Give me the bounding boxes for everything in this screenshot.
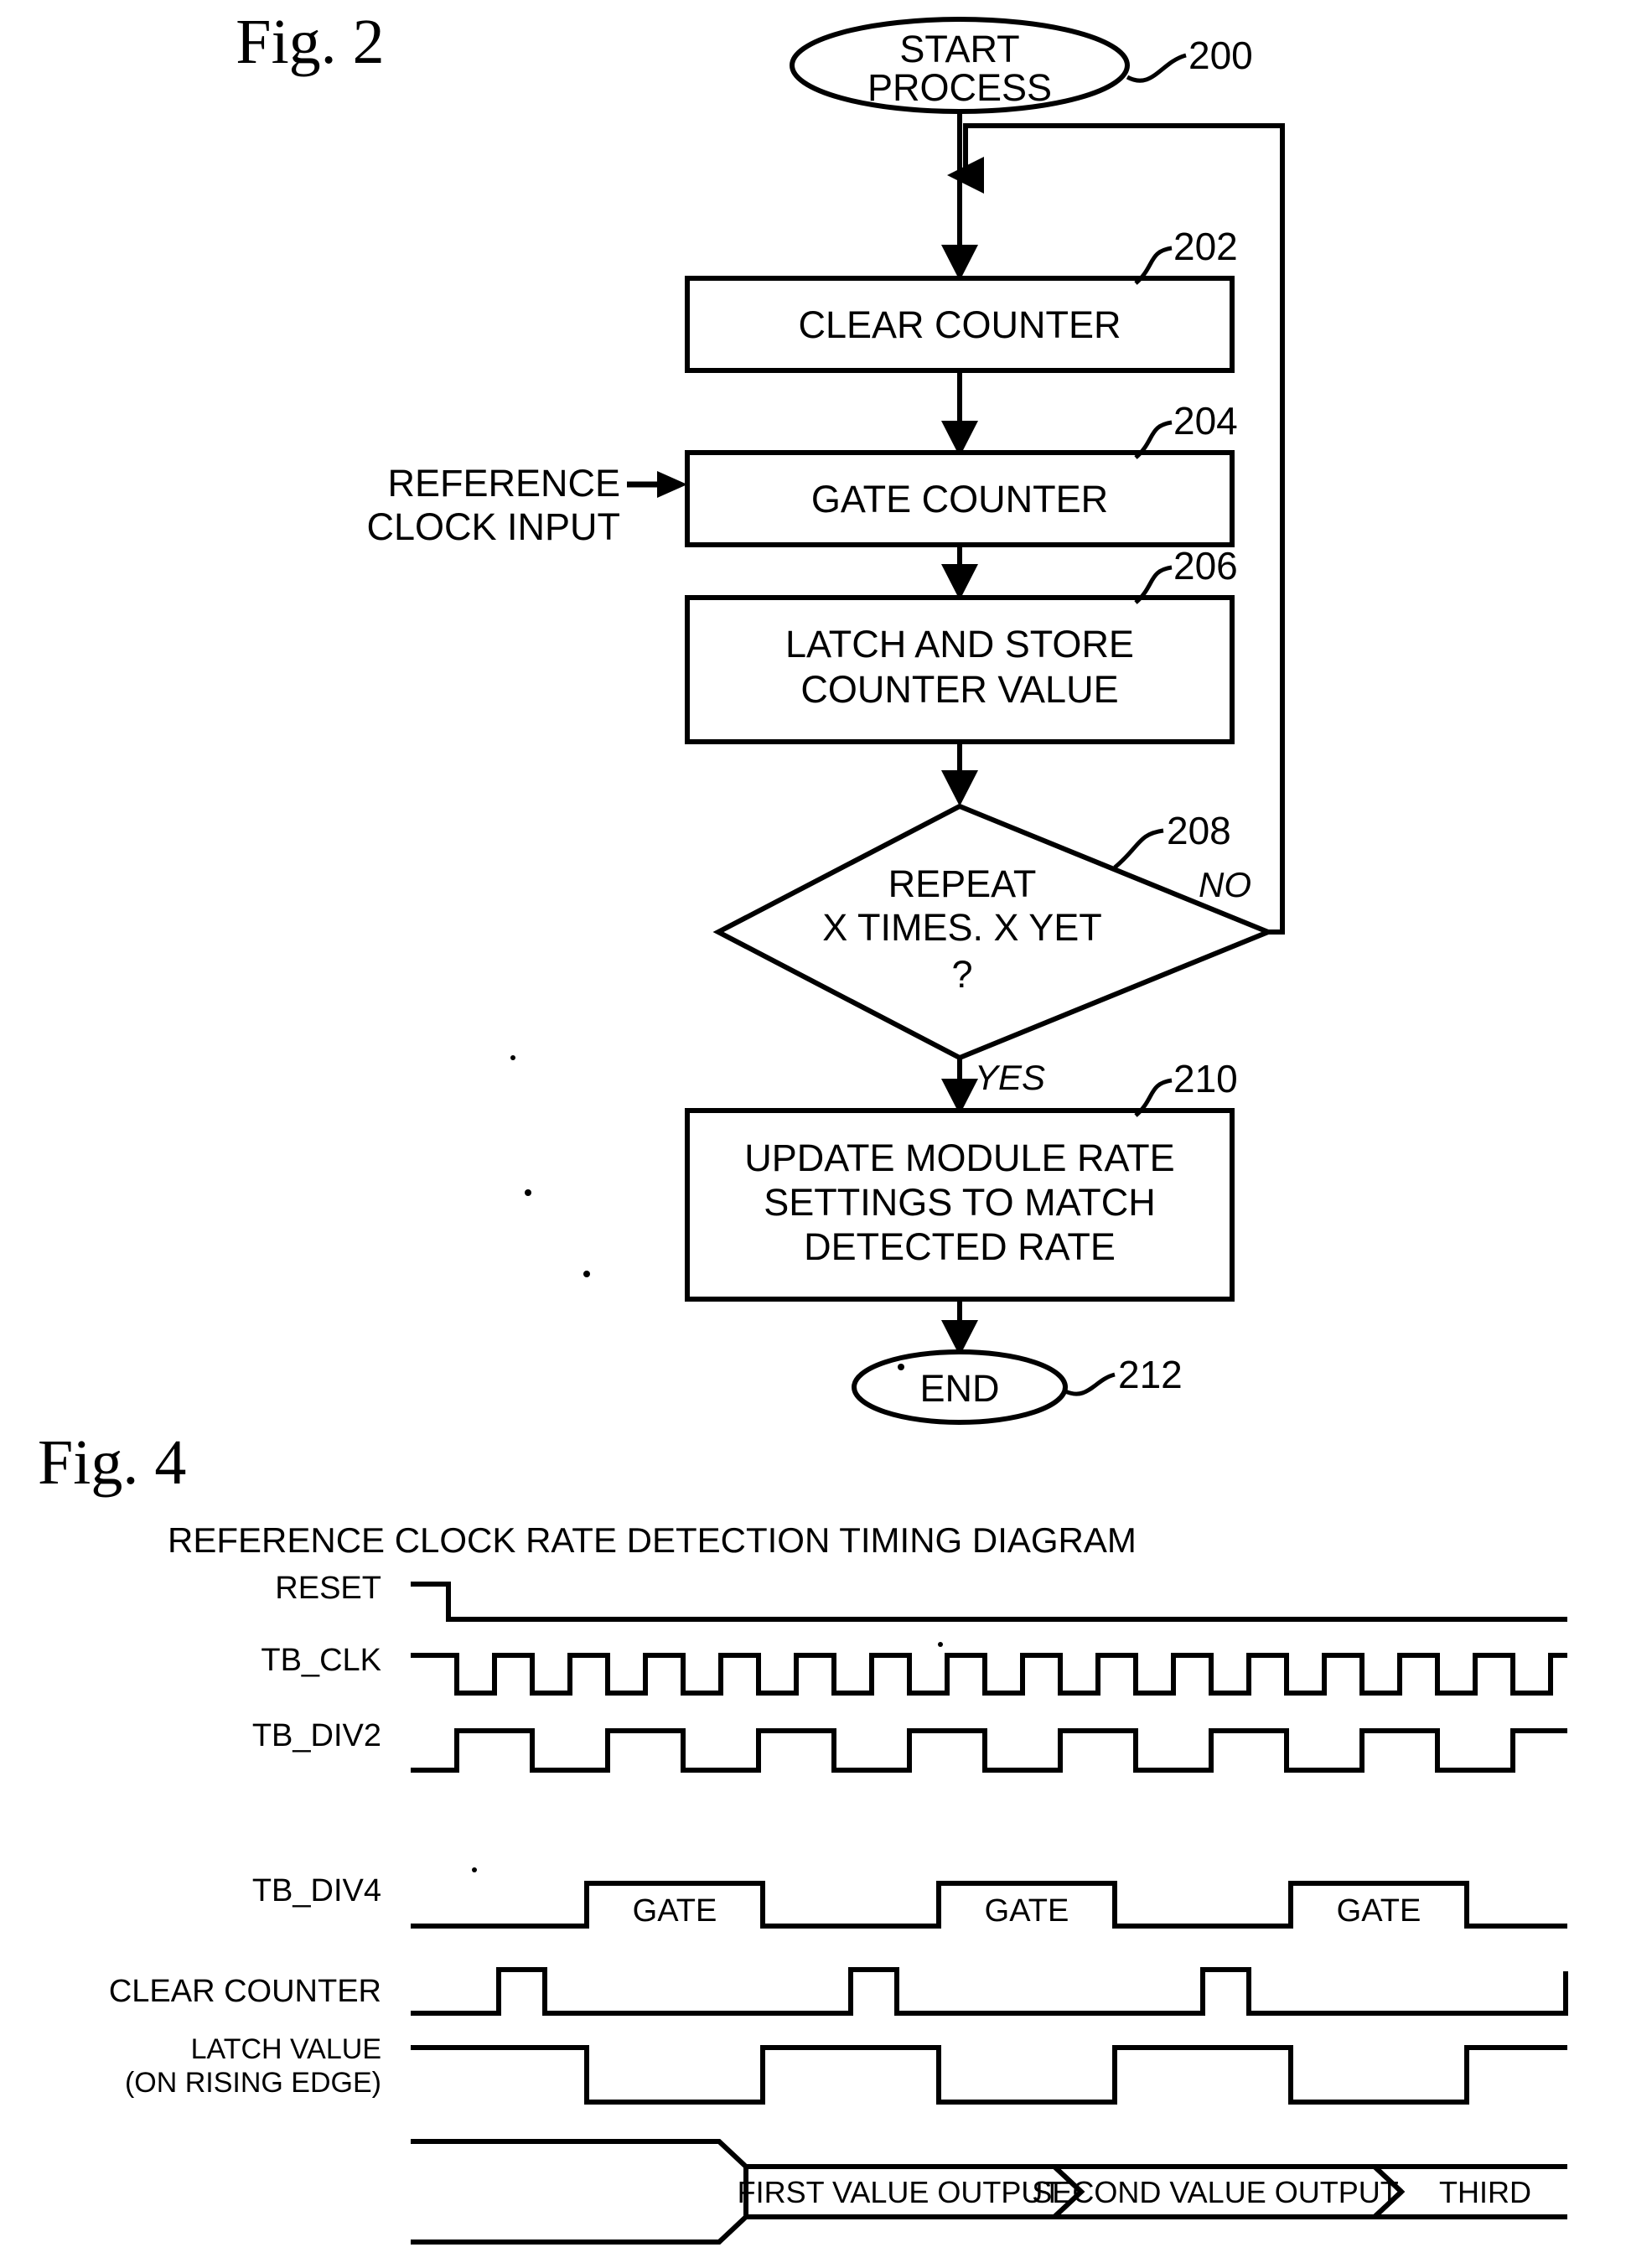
scan-speck	[510, 1055, 515, 1060]
node-start-process-line1: START	[899, 28, 1019, 70]
node-repeat-decision-line2: X TIMES. X YET	[822, 906, 1101, 949]
figure-2-label: Fig. 2	[236, 7, 384, 77]
branch-label-yes: YES	[975, 1058, 1045, 1097]
refnum-200: 200	[1188, 34, 1253, 77]
signal-label-latch-value-sub: (ON RISING EDGE)	[125, 2067, 381, 2099]
scan-speck	[472, 1867, 477, 1872]
node-update-line2: SETTINGS TO MATCH	[764, 1181, 1156, 1224]
node-clear-counter-label: CLEAR COUNTER	[798, 303, 1121, 346]
gate-annotation-1: GATE	[633, 1893, 717, 1929]
branch-label-no: NO	[1199, 865, 1251, 904]
refnum-212: 212	[1118, 1353, 1183, 1396]
refnum-202: 202	[1173, 225, 1238, 268]
node-latch-and-store-line2: COUNTER VALUE	[800, 668, 1118, 711]
node-start-process-line2: PROCESS	[867, 66, 1052, 109]
node-gate-counter-label: GATE COUNTER	[811, 478, 1108, 520]
external-input-line2: CLOCK INPUT	[366, 505, 620, 548]
figure-4-label: Fig. 4	[38, 1427, 186, 1498]
drawing-canvas: Fig. 2 START PROCESS 200 CLEAR COUNTER 2…	[0, 0, 1626, 2268]
scan-speck	[898, 1364, 904, 1370]
patent-drawing-sheet: Fig. 2 START PROCESS 200 CLEAR COUNTER 2…	[0, 0, 1626, 2268]
signal-label-tb-div2: TB_DIV2	[252, 1718, 381, 1753]
signal-label-latch-value: LATCH VALUE	[191, 2033, 381, 2065]
bus-segment-label-1: FIRST VALUE OUTPUT	[738, 2175, 1062, 2209]
refnum-206: 206	[1173, 544, 1238, 588]
node-latch-and-store-line1: LATCH AND STORE	[785, 623, 1134, 665]
signal-label-tb-clk: TB_CLK	[261, 1643, 381, 1678]
bus-segment-label-2: SECOND VALUE OUTPUT	[1032, 2175, 1398, 2209]
refnum-210: 210	[1173, 1057, 1238, 1100]
node-update-line1: UPDATE MODULE RATE	[744, 1137, 1174, 1179]
bus-segment-label-3: THIRD	[1439, 2175, 1531, 2209]
signal-label-clear-counter: CLEAR COUNTER	[109, 1974, 381, 2009]
node-end-label: END	[919, 1367, 999, 1410]
gate-annotation-2: GATE	[985, 1893, 1069, 1929]
node-update-line3: DETECTED RATE	[804, 1225, 1116, 1268]
scan-speck	[938, 1642, 943, 1647]
node-repeat-decision-line1: REPEAT	[888, 862, 1037, 905]
scan-speck	[525, 1189, 531, 1196]
refnum-208: 208	[1167, 809, 1231, 852]
signal-label-reset: RESET	[275, 1571, 381, 1606]
external-input-line1: REFERENCE	[387, 462, 620, 505]
scan-speck	[583, 1271, 590, 1277]
timing-diagram-title: REFERENCE CLOCK RATE DETECTION TIMING DI…	[168, 1520, 1137, 1560]
refnum-204: 204	[1173, 399, 1238, 443]
gate-annotation-3: GATE	[1337, 1893, 1421, 1929]
signal-label-tb-div4: TB_DIV4	[252, 1873, 381, 1908]
node-repeat-decision-line3: ?	[951, 953, 972, 996]
